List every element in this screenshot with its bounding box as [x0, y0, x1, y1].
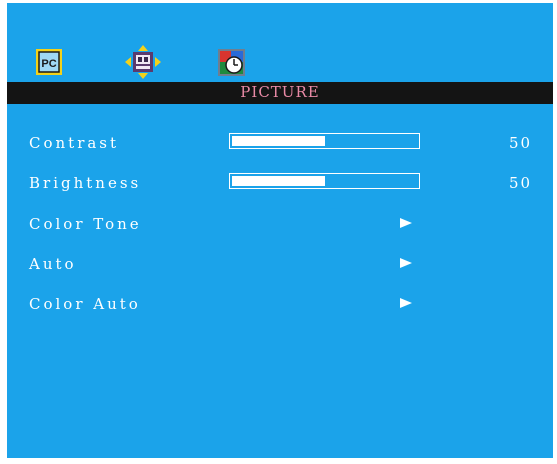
color-tone-label: Color Tone	[29, 215, 142, 233]
brightness-value: 50	[509, 174, 533, 192]
clock-icon[interactable]	[218, 49, 245, 76]
menu-title: PICTURE	[240, 83, 320, 101]
arrow-right-icon[interactable]	[400, 258, 412, 268]
menu-item-contrast[interactable]: Contrast 50	[7, 128, 553, 158]
contrast-label: Contrast	[29, 134, 120, 152]
title-bar: PICTURE	[7, 82, 553, 104]
contrast-slider[interactable]	[229, 133, 420, 149]
position-icon[interactable]	[125, 45, 161, 79]
auto-label: Auto	[29, 255, 77, 273]
menu-item-color-tone[interactable]: Color Tone	[7, 209, 553, 239]
arrow-right-icon[interactable]	[400, 298, 412, 308]
svg-text:PC: PC	[41, 58, 56, 70]
color-auto-label: Color Auto	[29, 295, 141, 313]
contrast-value: 50	[509, 134, 533, 152]
menu-item-auto[interactable]: Auto	[7, 249, 553, 279]
arrow-right-icon[interactable]	[400, 218, 412, 228]
osd-menu: PC PICTURE Contrast 50 Brightness 50 Col…	[7, 3, 553, 458]
menu-item-color-auto[interactable]: Color Auto	[7, 289, 553, 319]
brightness-slider[interactable]	[229, 173, 420, 189]
contrast-slider-fill	[232, 136, 325, 146]
brightness-label: Brightness	[29, 174, 142, 192]
brightness-slider-fill	[232, 176, 325, 186]
menu-item-brightness[interactable]: Brightness 50	[7, 168, 553, 198]
pc-icon[interactable]: PC	[36, 49, 62, 75]
